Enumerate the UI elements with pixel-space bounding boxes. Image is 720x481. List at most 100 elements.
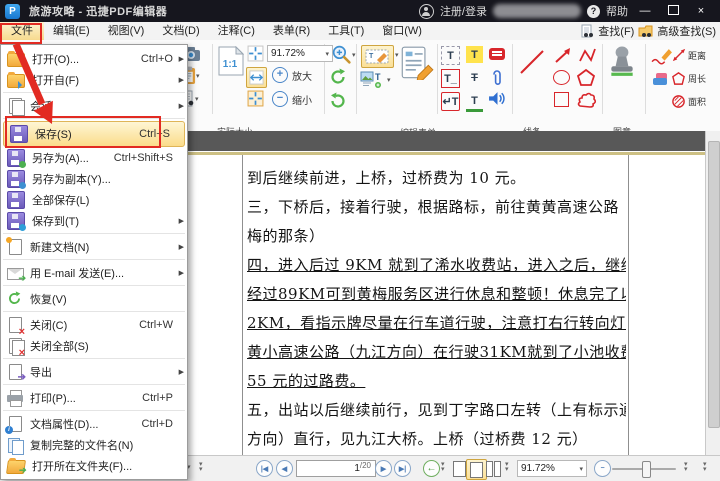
stamp-button[interactable]	[608, 46, 636, 78]
sticky-note-tool[interactable]	[489, 48, 505, 60]
submenu-arrow-icon: ▶	[179, 217, 184, 225]
statusbar-expand-chevron[interactable]: ▾▾	[199, 462, 203, 472]
view-history-chevron[interactable]: ▾▾	[441, 462, 445, 472]
register-login-link[interactable]: 注册/登录	[440, 3, 487, 19]
pentagon-icon	[576, 68, 596, 87]
close-button[interactable]: ×	[690, 5, 712, 17]
paste-dropdown-arrow[interactable]: ▾	[196, 72, 200, 80]
menu-item-save-copy[interactable]: 另存为副本(Y)...	[1, 168, 187, 189]
menu-item-new-document[interactable]: 新建文档(N) ▶	[1, 236, 187, 257]
area-tool[interactable]: 面积	[671, 94, 706, 109]
statusbar-chevron-1[interactable]: ▾▾	[684, 462, 688, 472]
menu-edit[interactable]: 编辑(E)	[44, 22, 99, 40]
highlight-icon: T	[466, 46, 483, 63]
rectangle-tool[interactable]	[554, 92, 569, 107]
menu-item-close-all[interactable]: 关闭全部(S)	[1, 335, 187, 356]
close-all-icon	[7, 338, 23, 354]
perimeter-tool[interactable]: 周长	[671, 71, 706, 86]
add-text-dropdown-arrow[interactable]: ▾	[387, 76, 391, 84]
arrow-tool[interactable]	[553, 47, 573, 65]
view-mode-chevron[interactable]: ▾▾	[505, 462, 509, 472]
scrollbar-thumb[interactable]	[708, 141, 720, 428]
search-dropdown-arrow[interactable]: ▾	[195, 95, 199, 103]
first-page-button[interactable]: |◀	[256, 460, 273, 477]
zoom-tool-dropdown-arrow[interactable]: ▾	[352, 51, 356, 59]
line-tool[interactable]	[518, 48, 546, 76]
edit-content-icon: T	[365, 49, 390, 65]
edit-content-dropdown-arrow[interactable]: ▾	[395, 51, 399, 59]
distance-tool[interactable]: 距离	[672, 48, 706, 62]
menu-item-revert[interactable]: 恢复(V)	[1, 288, 187, 309]
comment-bubble-icon	[489, 48, 505, 60]
help-link[interactable]: 帮助	[606, 3, 628, 19]
menu-item-print[interactable]: 打印(P)... Ctrl+P	[1, 387, 187, 408]
rotate-ccw-button[interactable]	[329, 68, 347, 86]
menu-document[interactable]: 文档(D)	[153, 22, 208, 40]
zoom-level-combobox[interactable]: 91.72% ▾	[267, 45, 333, 62]
app-logo-icon: P	[5, 4, 20, 19]
advanced-find-button[interactable]: 高级查找(S)	[657, 23, 716, 39]
zoom-out-label: 缩小	[292, 92, 312, 107]
menu-tools[interactable]: 工具(T)	[319, 22, 373, 40]
underline-tool[interactable]: T	[466, 92, 483, 112]
menu-view[interactable]: 视图(V)	[99, 22, 154, 40]
menu-item-save-as[interactable]: 另存为(A)... Ctrl+Shift+S	[1, 147, 187, 168]
doc-line: 经过89KM可到黄梅服务区进行休息和整顿！休息完了以后，再行	[247, 280, 626, 309]
vertical-scrollbar[interactable]	[705, 131, 720, 455]
menu-item-email-send[interactable]: ➔ 用 E-mail 发送(E)... ▶	[1, 262, 187, 283]
find-button[interactable]: 查找(F)	[598, 23, 634, 39]
menu-item-export[interactable]: ➔ 导出 ▶	[1, 361, 187, 382]
typewriter-tool[interactable]: T	[441, 46, 460, 65]
zoom-tool-button[interactable]: ▾	[331, 44, 356, 65]
rotate-cw-button[interactable]	[329, 92, 347, 110]
eraser-tool[interactable]	[650, 71, 670, 87]
zoom-out-button[interactable]: − 缩小	[272, 91, 312, 107]
highlight-text-tool[interactable]: T	[466, 46, 483, 63]
menu-form[interactable]: 表单(R)	[264, 22, 319, 40]
next-page-button[interactable]: ▶	[375, 460, 392, 477]
eraser-icon	[650, 71, 670, 87]
statusbar-chevron-2[interactable]: ▾▾	[703, 462, 707, 472]
menu-item-save-to[interactable]: 保存到(T) ▶	[1, 210, 187, 231]
sound-tool[interactable]	[488, 91, 507, 106]
zoom-out-slider-button[interactable]: −	[594, 460, 611, 477]
ellipse-tool[interactable]	[553, 70, 570, 85]
menu-item-open-containing-folder[interactable]: ➔ 打开所在文件夹(F)...	[1, 455, 187, 476]
menu-window[interactable]: 窗口(W)	[373, 22, 431, 40]
user-account-icon[interactable]	[419, 4, 434, 19]
fit-visible-button[interactable]	[247, 90, 264, 107]
previous-page-button[interactable]: ◀	[276, 460, 293, 477]
previous-view-button[interactable]: ←	[423, 460, 440, 477]
pencil-annotate-tool[interactable]	[650, 47, 673, 66]
last-page-button[interactable]: ▶|	[394, 460, 411, 477]
edit-content-button-selected[interactable]: T	[361, 45, 394, 68]
fit-page-button[interactable]	[247, 45, 264, 62]
facing-pages-view-button[interactable]	[484, 459, 503, 478]
menu-item-copy-full-filename[interactable]: 复制完整的文件名(N)	[1, 434, 187, 455]
callout-tool[interactable]: ↵T	[441, 92, 460, 111]
maximize-button[interactable]	[662, 5, 684, 18]
zoom-in-button[interactable]: + 放大	[272, 67, 312, 83]
menu-item-label: 另存为(A)...	[32, 150, 89, 166]
menu-item-close[interactable]: 关闭(C) Ctrl+W	[1, 314, 187, 335]
minimize-button[interactable]: —	[634, 5, 656, 17]
pencil-shape-tool[interactable]	[577, 47, 597, 65]
speaker-icon	[488, 91, 507, 106]
menu-item-save-all[interactable]: 全部保存(L)	[1, 189, 187, 210]
strikethrough-tool[interactable]: T	[466, 69, 483, 86]
cloud-tool[interactable]	[576, 90, 596, 109]
page-number-input[interactable]: 1/20	[296, 460, 376, 477]
fit-width-button-selected[interactable]	[246, 67, 267, 88]
pentagon-tool[interactable]	[576, 68, 596, 87]
edit-form-button[interactable]	[400, 46, 434, 80]
submenu-arrow-icon: ▶	[179, 368, 184, 376]
text-box-tool[interactable]: T_	[441, 69, 460, 88]
menu-item-document-properties[interactable]: i 文档属性(D)... Ctrl+D	[1, 413, 187, 434]
statusbar-zoom-combobox[interactable]: 91.72% ▾	[517, 460, 587, 477]
add-text-image-button[interactable]: T ▾	[360, 70, 391, 89]
zoom-slider-handle[interactable]	[642, 461, 651, 478]
actual-size-button[interactable]: 1:1	[218, 46, 244, 76]
help-icon[interactable]: ?	[587, 5, 600, 18]
attach-file-tool[interactable]	[491, 69, 503, 87]
menu-comment[interactable]: 注释(C)	[209, 22, 264, 40]
